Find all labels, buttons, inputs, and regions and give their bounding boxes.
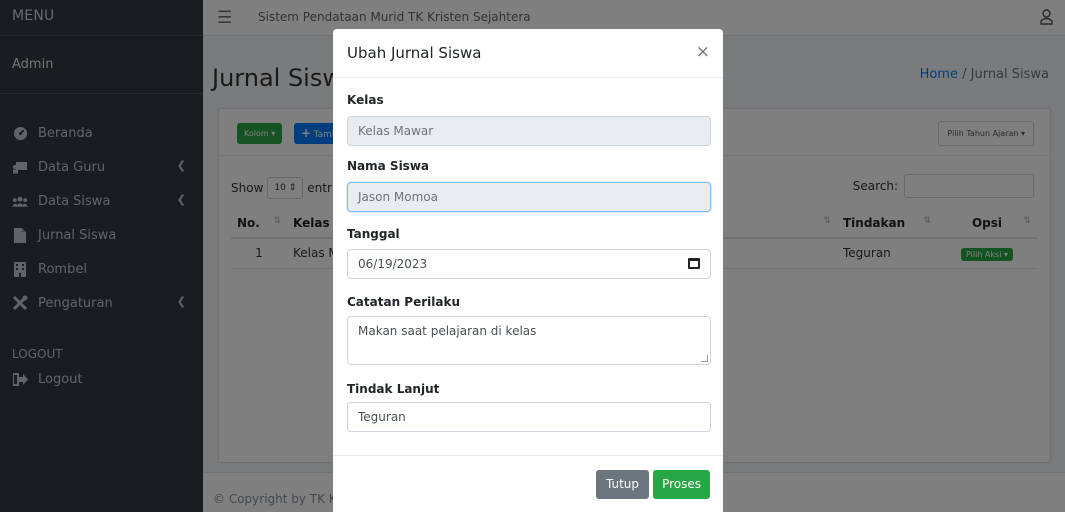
catatan-perilaku-label: Catatan Perilaku	[347, 295, 460, 309]
tutup-button[interactable]: Tutup	[595, 470, 649, 499]
catatan-perilaku-textarea[interactable]: Makan saat pelajaran di kelas	[347, 316, 711, 365]
close-icon[interactable]: ×	[696, 42, 710, 62]
tindak-lanjut-field[interactable]: Teguran	[347, 402, 711, 432]
tanggal-date-input[interactable]: 06/19/2023	[347, 249, 711, 279]
nama-siswa-field[interactable]: Jason Momoa	[347, 182, 711, 212]
modal-title: Ubah Jurnal Siswa	[347, 44, 482, 62]
calendar-icon[interactable]	[688, 258, 700, 269]
kelas-field[interactable]: Kelas Mawar	[347, 116, 711, 146]
resize-handle-icon[interactable]	[701, 355, 708, 362]
tanggal-value: 06/19/2023	[358, 257, 428, 271]
modal-footer: Tutup Proses	[333, 455, 723, 512]
proses-button[interactable]: Proses	[653, 470, 710, 499]
kelas-label: Kelas	[347, 93, 384, 107]
tanggal-label: Tanggal	[347, 227, 400, 241]
tindak-lanjut-label: Tindak Lanjut	[347, 382, 440, 396]
nama-siswa-label: Nama Siswa	[347, 159, 430, 173]
ubah-jurnal-modal: Ubah Jurnal Siswa × Kelas Kelas Mawar Na…	[333, 29, 723, 512]
catatan-perilaku-value: Makan saat pelajaran di kelas	[358, 324, 537, 338]
modal-header: Ubah Jurnal Siswa ×	[333, 29, 723, 78]
